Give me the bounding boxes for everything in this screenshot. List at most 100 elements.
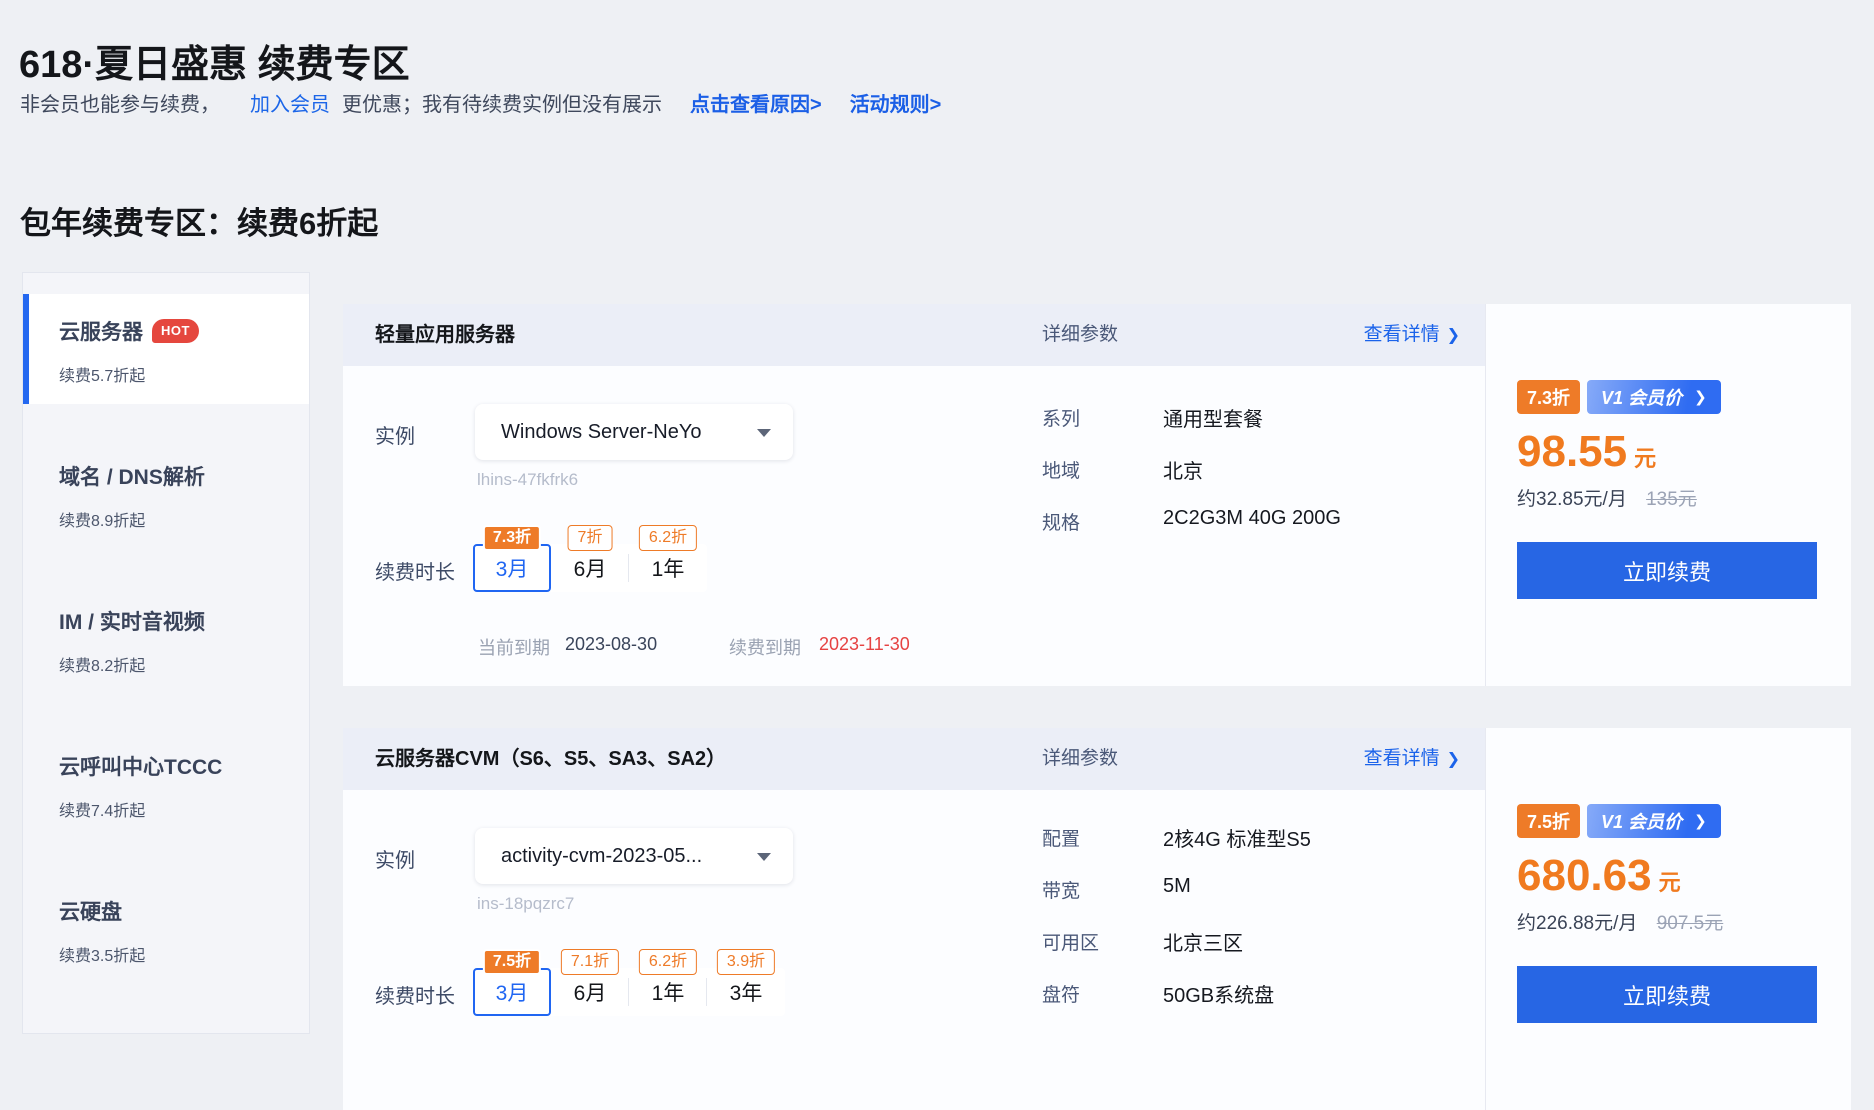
sidebar-item-label: 云服务器 xyxy=(59,316,143,346)
discount-badge: 3.9折 xyxy=(717,949,775,975)
price-panel-divider xyxy=(1485,728,1486,1110)
spec-value: 北京 xyxy=(1163,455,1203,484)
detail-params-label: 详细参数 xyxy=(1042,728,1118,790)
duration-tabs: 7.3折 3月 7折 6月 6.2折 1年 xyxy=(473,544,707,592)
join-member-link[interactable]: 加入会员 xyxy=(250,88,330,117)
spec-value: 2C2G3M 40G 200G xyxy=(1163,507,1341,530)
monthly-price: 约226.88元/月 xyxy=(1517,913,1637,934)
price-badges: 7.5折 V1 会员价 ❯ xyxy=(1517,804,1721,838)
view-details-link[interactable]: 查看详情❯ xyxy=(1364,728,1460,791)
instance-id: ins-18pqzrc7 xyxy=(477,894,574,914)
vip-price-label: V1 会员价 xyxy=(1601,808,1682,834)
sidebar-item-subtitle: 续费5.7折起 xyxy=(59,362,145,386)
spec-value: 通用型套餐 xyxy=(1163,403,1263,432)
current-expiry-value: 2023-08-30 xyxy=(565,634,657,655)
sidebar-item-subtitle: 续费7.4折起 xyxy=(59,797,145,821)
sidebar-item-im-trtc[interactable]: IM / 实时音视频 续费8.2折起 xyxy=(23,584,309,694)
page-subtitle: 非会员也能参与续费， 加入会员 更优惠；我有待续费实例但没有展示 点击查看原因>… xyxy=(20,88,941,117)
price-line: 680.63 元 xyxy=(1517,854,1681,898)
hot-badge: HOT xyxy=(152,319,199,343)
activity-rules-link[interactable]: 活动规则> xyxy=(850,88,942,117)
sidebar-item-subtitle: 续费8.2折起 xyxy=(59,652,145,676)
spec-label: 可用区 xyxy=(1042,928,1099,955)
product-card-lighthouse: 轻量应用服务器 详细参数 查看详情 ❯ 实例 Windows Server-NeY… xyxy=(343,304,1851,686)
monthly-price: 约32.85元/月 xyxy=(1517,489,1627,510)
duration-tab-label: 3月 xyxy=(496,553,529,583)
discount-badge: 7.5折 xyxy=(1517,804,1580,838)
sidebar-item-title: 云硬盘 xyxy=(59,896,122,926)
duration-tab-6m[interactable]: 7.1折 6月 xyxy=(551,968,629,1016)
price-panel-divider xyxy=(1485,304,1486,686)
duration-tab-3m[interactable]: 7.5折 3月 xyxy=(473,968,551,1016)
discount-badge: 6.2折 xyxy=(639,949,697,975)
page-title: 618·夏日盛惠 续费专区 xyxy=(19,33,410,88)
discount-badge: 7.3折 xyxy=(483,525,541,551)
discount-badge: 7折 xyxy=(568,525,613,551)
monthly-price-line: 约32.85元/月 135元 xyxy=(1517,484,1697,511)
price-amount: 98.55 xyxy=(1517,430,1627,474)
vip-price-badge[interactable]: V1 会员价 ❯ xyxy=(1587,804,1721,838)
spec-value: 北京三区 xyxy=(1163,927,1243,956)
duration-tab-label: 6月 xyxy=(574,553,607,583)
sidebar-item-title: 域名 / DNS解析 xyxy=(59,461,205,491)
instance-id: lhins-47fkfrk6 xyxy=(477,470,578,490)
sidebar-item-label: 云硬盘 xyxy=(59,896,122,926)
chevron-right-icon: ❯ xyxy=(1694,812,1707,830)
segment-divider xyxy=(706,978,707,1006)
duration-label: 续费时长 xyxy=(375,980,455,1009)
duration-tab-1y[interactable]: 6.2折 1年 xyxy=(629,968,707,1016)
duration-tab-3m[interactable]: 7.3折 3月 xyxy=(473,544,551,592)
instance-dropdown[interactable]: Windows Server-NeYo xyxy=(475,404,793,460)
original-price: 135元 xyxy=(1646,489,1697,510)
subtitle-middle: 更优惠；我有待续费实例但没有展示 xyxy=(342,88,662,117)
discount-badge: 7.1折 xyxy=(561,949,619,975)
spec-label: 系列 xyxy=(1042,404,1080,431)
duration-tab-label: 3年 xyxy=(730,977,763,1007)
chevron-right-icon: ❯ xyxy=(1447,327,1460,344)
price-line: 98.55 元 xyxy=(1517,430,1656,474)
spec-value: 2核4G 标准型S5 xyxy=(1163,823,1311,852)
renew-now-button[interactable]: 立即续费 xyxy=(1517,966,1817,1023)
dropdown-caret-icon xyxy=(757,853,771,861)
duration-tab-6m[interactable]: 7折 6月 xyxy=(551,544,629,592)
duration-tab-label: 1年 xyxy=(652,553,685,583)
dropdown-caret-icon xyxy=(757,429,771,437)
duration-tab-1y[interactable]: 6.2折 1年 xyxy=(629,544,707,592)
view-reason-link[interactable]: 点击查看原因> xyxy=(690,88,822,117)
view-details-label: 查看详情 xyxy=(1364,324,1440,345)
instance-dropdown[interactable]: activity-cvm-2023-05... xyxy=(475,828,793,884)
view-details-link[interactable]: 查看详情 ❯ xyxy=(1364,304,1460,367)
duration-tab-label: 3月 xyxy=(496,977,529,1007)
price-badges: 7.3折 V1 会员价❯ xyxy=(1517,380,1721,414)
sidebar-item-cloud-server[interactable]: 云服务器 HOT 续费5.7折起 xyxy=(23,294,309,404)
spec-value: 5M xyxy=(1163,875,1191,898)
subtitle-prefix: 非会员也能参与续费， xyxy=(20,88,220,117)
sidebar-item-label: IM / 实时音视频 xyxy=(59,606,205,636)
price-unit: 元 xyxy=(1659,865,1681,897)
instance-dropdown-value: activity-cvm-2023-05... xyxy=(501,828,702,884)
duration-label: 续费时长 xyxy=(375,556,455,585)
sidebar-item-title: 云呼叫中心TCCC xyxy=(59,751,222,781)
vip-price-badge[interactable]: V1 会员价❯ xyxy=(1587,380,1721,414)
sidebar-item-tccc[interactable]: 云呼叫中心TCCC 续费7.4折起 xyxy=(23,729,309,839)
discount-badge: 7.5折 xyxy=(483,949,541,975)
current-expiry-label: 当前到期 xyxy=(478,634,550,660)
renew-now-button[interactable]: 立即续费 xyxy=(1517,542,1817,599)
card-title: 轻量应用服务器 xyxy=(375,304,515,366)
product-card-cvm: 云服务器CVM（S6、S5、SA3、SA2） 详细参数 查看详情❯ 实例 act… xyxy=(343,728,1851,1110)
detail-params-label: 详细参数 xyxy=(1042,304,1118,366)
original-price: 907.5元 xyxy=(1657,913,1724,934)
spec-label: 地域 xyxy=(1042,456,1080,483)
instance-label: 实例 xyxy=(375,420,415,449)
sidebar-item-label: 云呼叫中心TCCC xyxy=(59,751,222,781)
sidebar-item-cloud-disk[interactable]: 云硬盘 续费3.5折起 xyxy=(23,874,309,984)
vip-price-label: V1 会员价 xyxy=(1601,384,1682,410)
renewal-expiry-value: 2023-11-30 xyxy=(819,634,910,655)
duration-tab-3y[interactable]: 3.9折 3年 xyxy=(707,968,785,1016)
card-title: 云服务器CVM（S6、S5、SA3、SA2） xyxy=(375,728,726,790)
segment-divider xyxy=(628,978,629,1006)
spec-label: 盘符 xyxy=(1042,980,1080,1007)
monthly-price-line: 约226.88元/月 907.5元 xyxy=(1517,908,1723,935)
sidebar-item-domain-dns[interactable]: 域名 / DNS解析 续费8.9折起 xyxy=(23,439,309,549)
sidebar-item-title: 云服务器 HOT xyxy=(59,316,199,346)
